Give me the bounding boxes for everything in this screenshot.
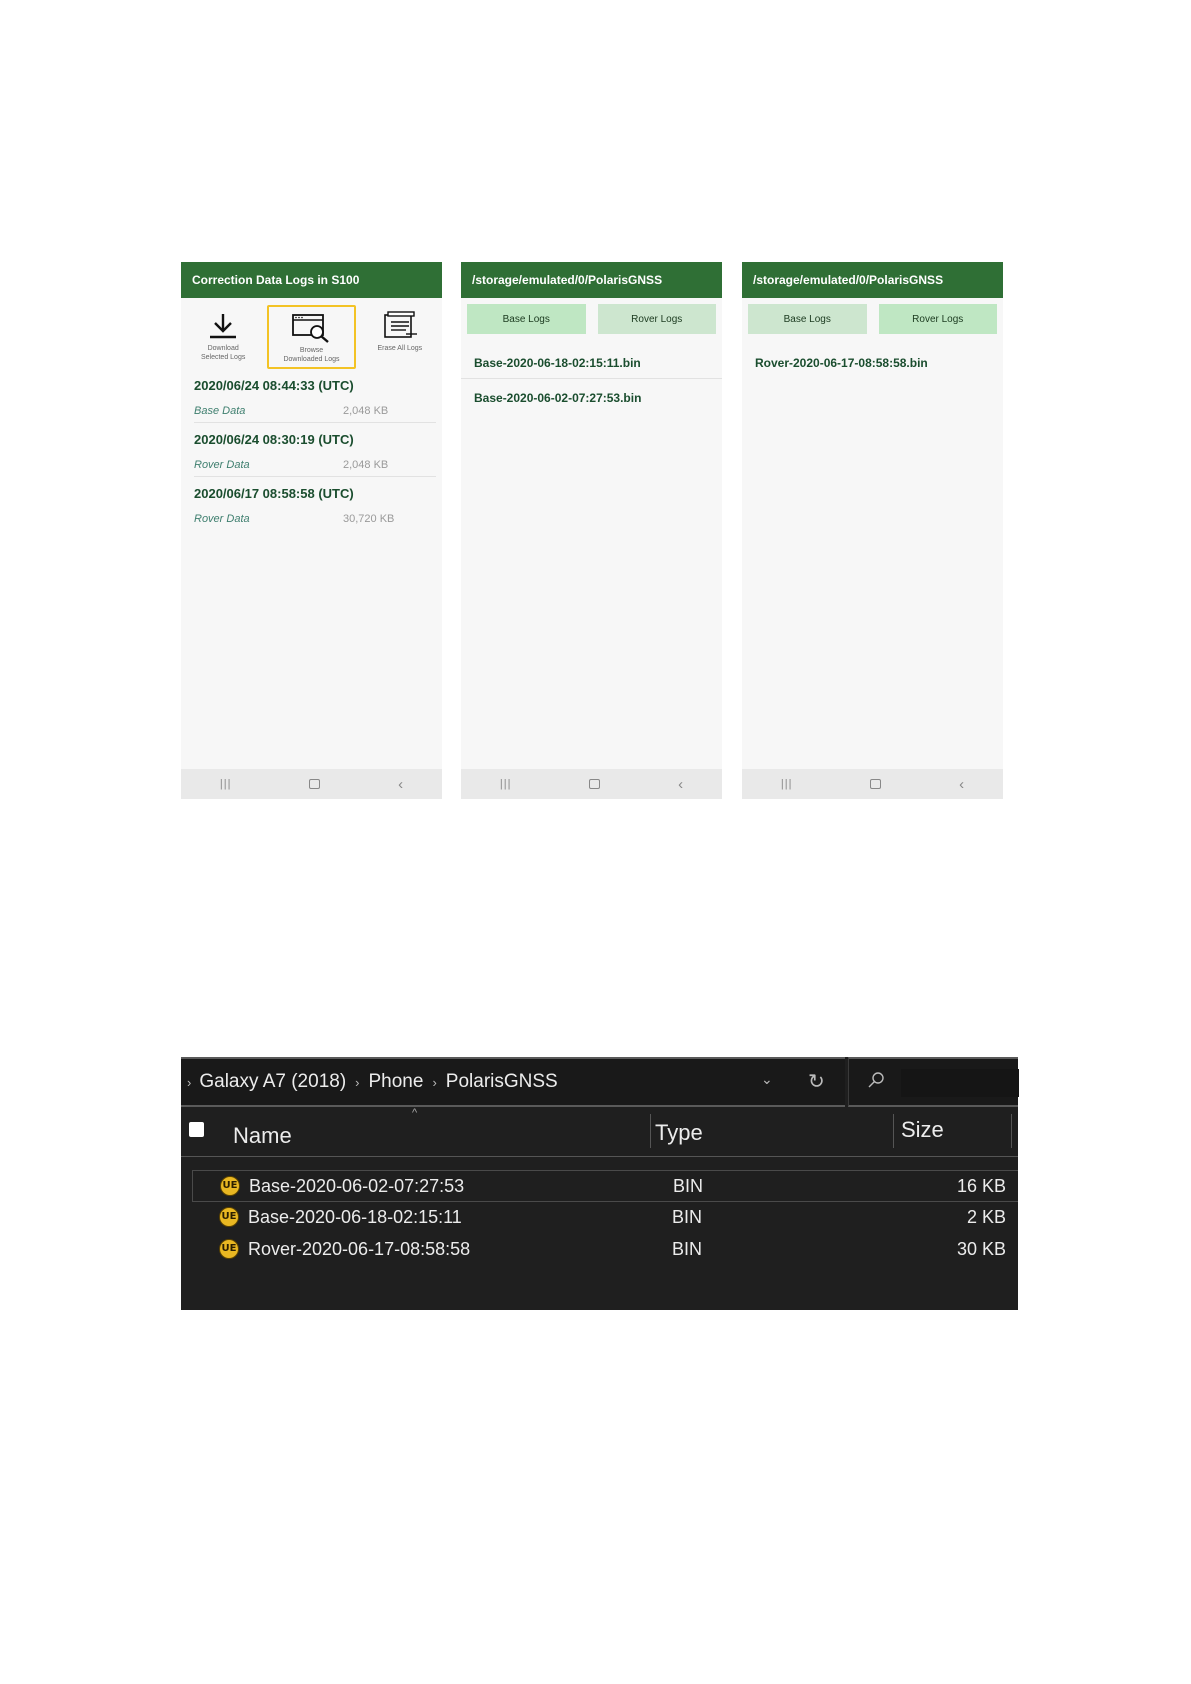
file-type: BIN — [672, 1239, 703, 1259]
search-icon — [868, 1072, 884, 1088]
log-type: Rover Data — [194, 459, 250, 471]
tool-label: Downloaded Logs — [283, 356, 340, 363]
back-button[interactable]: ‹ — [959, 776, 964, 793]
browse-downloaded-logs-button[interactable]: Browse Downloaded Logs — [267, 305, 356, 369]
android-nav-bar: ||| ‹ — [461, 769, 722, 799]
breadcrumb-item[interactable]: Phone — [369, 1071, 424, 1093]
log-size: 30,720 KB — [343, 513, 395, 525]
sort-caret-icon: ^ — [412, 1107, 418, 1119]
tool-label: Download — [207, 345, 239, 352]
browse-icon — [292, 314, 330, 343]
file-type: BIN — [673, 1176, 704, 1196]
select-all-checkbox[interactable] — [189, 1122, 204, 1137]
log-size: 2,048 KB — [343, 405, 389, 417]
storage-path: /storage/emulated/0/PolarisGNSS — [742, 262, 1003, 298]
android-nav-bar: ||| ‹ — [742, 769, 1003, 799]
log-tabs: Base Logs Rover Logs — [742, 298, 1003, 334]
tab-rover-logs[interactable]: Rover Logs — [597, 304, 716, 334]
breadcrumb-item[interactable]: Galaxy A7 (2018) — [199, 1071, 346, 1093]
phone-screen-base-logs: /storage/emulated/0/PolarisGNSS Base Log… — [461, 262, 722, 799]
file-explorer: › Galaxy A7 (2018) › Phone › PolarisGNSS… — [181, 1057, 1019, 1310]
tab-base-logs[interactable]: Base Logs — [748, 304, 867, 334]
log-type: Base Data — [194, 405, 246, 417]
screen-title: Correction Data Logs in S100 — [181, 262, 442, 298]
file-item[interactable]: Base-2020-06-02-07:27:53.bin — [461, 379, 722, 413]
recent-apps-button[interactable]: ||| — [220, 778, 232, 790]
column-name[interactable]: Name — [233, 1123, 292, 1149]
erase-all-logs-button[interactable]: Erase All Logs — [358, 305, 442, 369]
file-name: Base-2020-06-02-07:27:53 — [249, 1176, 465, 1196]
phone-screen-rover-logs: /storage/emulated/0/PolarisGNSS Base Log… — [742, 262, 1003, 799]
log-type: Rover Data — [194, 513, 250, 525]
chevron-down-icon[interactable]: ⌄ — [761, 1071, 773, 1088]
refresh-icon[interactable]: ↻ — [808, 1069, 825, 1094]
log-timestamp: 2020/06/24 08:44:33 (UTC) — [194, 378, 354, 393]
ultraedit-icon: UE — [220, 1176, 240, 1196]
storage-path: /storage/emulated/0/PolarisGNSS — [461, 262, 722, 298]
log-entry[interactable]: 2020/06/24 08:30:19 (UTC) Rover Data 2,0… — [181, 432, 442, 477]
download-selected-logs-button[interactable]: Download Selected Logs — [181, 305, 265, 369]
file-name: Rover-2020-06-17-08:58:58 — [248, 1239, 471, 1259]
log-tabs: Base Logs Rover Logs — [461, 298, 722, 334]
back-button[interactable]: ‹ — [678, 776, 683, 793]
tab-rover-logs[interactable]: Rover Logs — [878, 304, 997, 334]
log-entry[interactable]: 2020/06/17 08:58:58 (UTC) Rover Data 30,… — [181, 486, 442, 530]
file-row[interactable]: UE Rover-2020-06-17-08:58:58 BIN 30 KB — [192, 1234, 1018, 1266]
file-item[interactable]: Base-2020-06-18-02:15:11.bin — [461, 334, 722, 379]
log-size: 2,048 KB — [343, 459, 389, 471]
file-size: 2 KB — [966, 1207, 1006, 1227]
home-button[interactable] — [589, 779, 601, 789]
chevron-right-icon[interactable]: › — [355, 1075, 359, 1090]
log-toolbar: Download Selected Logs Browse Downloaded… — [181, 305, 442, 369]
recent-apps-button[interactable]: ||| — [781, 778, 793, 790]
column-divider[interactable] — [650, 1114, 651, 1148]
tool-label: Erase All Logs — [377, 345, 423, 352]
file-row[interactable]: UE Base-2020-06-18-02:15:11 BIN 2 KB — [192, 1202, 1018, 1234]
file-item[interactable]: Rover-2020-06-17-08:58:58.bin — [742, 334, 1003, 378]
file-row[interactable]: UE Base-2020-06-02-07:27:53 BIN 16 KB — [192, 1170, 1018, 1202]
log-timestamp: 2020/06/24 08:30:19 (UTC) — [194, 432, 354, 447]
search-input[interactable] — [901, 1069, 1019, 1097]
log-timestamp: 2020/06/17 08:58:58 (UTC) — [194, 486, 354, 501]
search-box[interactable] — [848, 1057, 1019, 1107]
tab-base-logs[interactable]: Base Logs — [467, 304, 586, 334]
column-header-row: ^ Name Type Size — [181, 1107, 1018, 1157]
home-button[interactable] — [870, 779, 882, 789]
phone-screen-logs: Correction Data Logs in S100 Download Se… — [181, 262, 442, 799]
column-divider[interactable] — [1011, 1114, 1012, 1148]
android-nav-bar: ||| ‹ — [181, 769, 442, 799]
column-type[interactable]: Type — [655, 1120, 703, 1146]
back-button[interactable]: ‹ — [398, 776, 403, 793]
file-type: BIN — [672, 1207, 703, 1227]
chevron-right-icon[interactable]: › — [187, 1075, 191, 1090]
tool-label: Selected Logs — [200, 354, 246, 361]
download-icon — [210, 314, 237, 339]
tool-label: Browse — [299, 347, 324, 354]
column-divider[interactable] — [893, 1114, 894, 1148]
column-size[interactable]: Size — [901, 1117, 944, 1143]
log-entry[interactable]: 2020/06/24 08:44:33 (UTC) Base Data 2,04… — [181, 378, 442, 423]
file-name: Base-2020-06-18-02:15:11 — [248, 1207, 462, 1227]
recent-apps-button[interactable]: ||| — [500, 778, 512, 790]
file-size: 16 KB — [956, 1176, 1006, 1196]
chevron-right-icon[interactable]: › — [432, 1075, 436, 1090]
ultraedit-icon: UE — [219, 1239, 239, 1259]
file-size: 30 KB — [956, 1239, 1006, 1259]
ultraedit-icon: UE — [219, 1207, 239, 1227]
address-bar[interactable]: › Galaxy A7 (2018) › Phone › PolarisGNSS… — [181, 1057, 845, 1107]
breadcrumb-item[interactable]: PolarisGNSS — [446, 1071, 558, 1093]
home-button[interactable] — [309, 779, 321, 789]
erase-icon — [384, 311, 417, 338]
